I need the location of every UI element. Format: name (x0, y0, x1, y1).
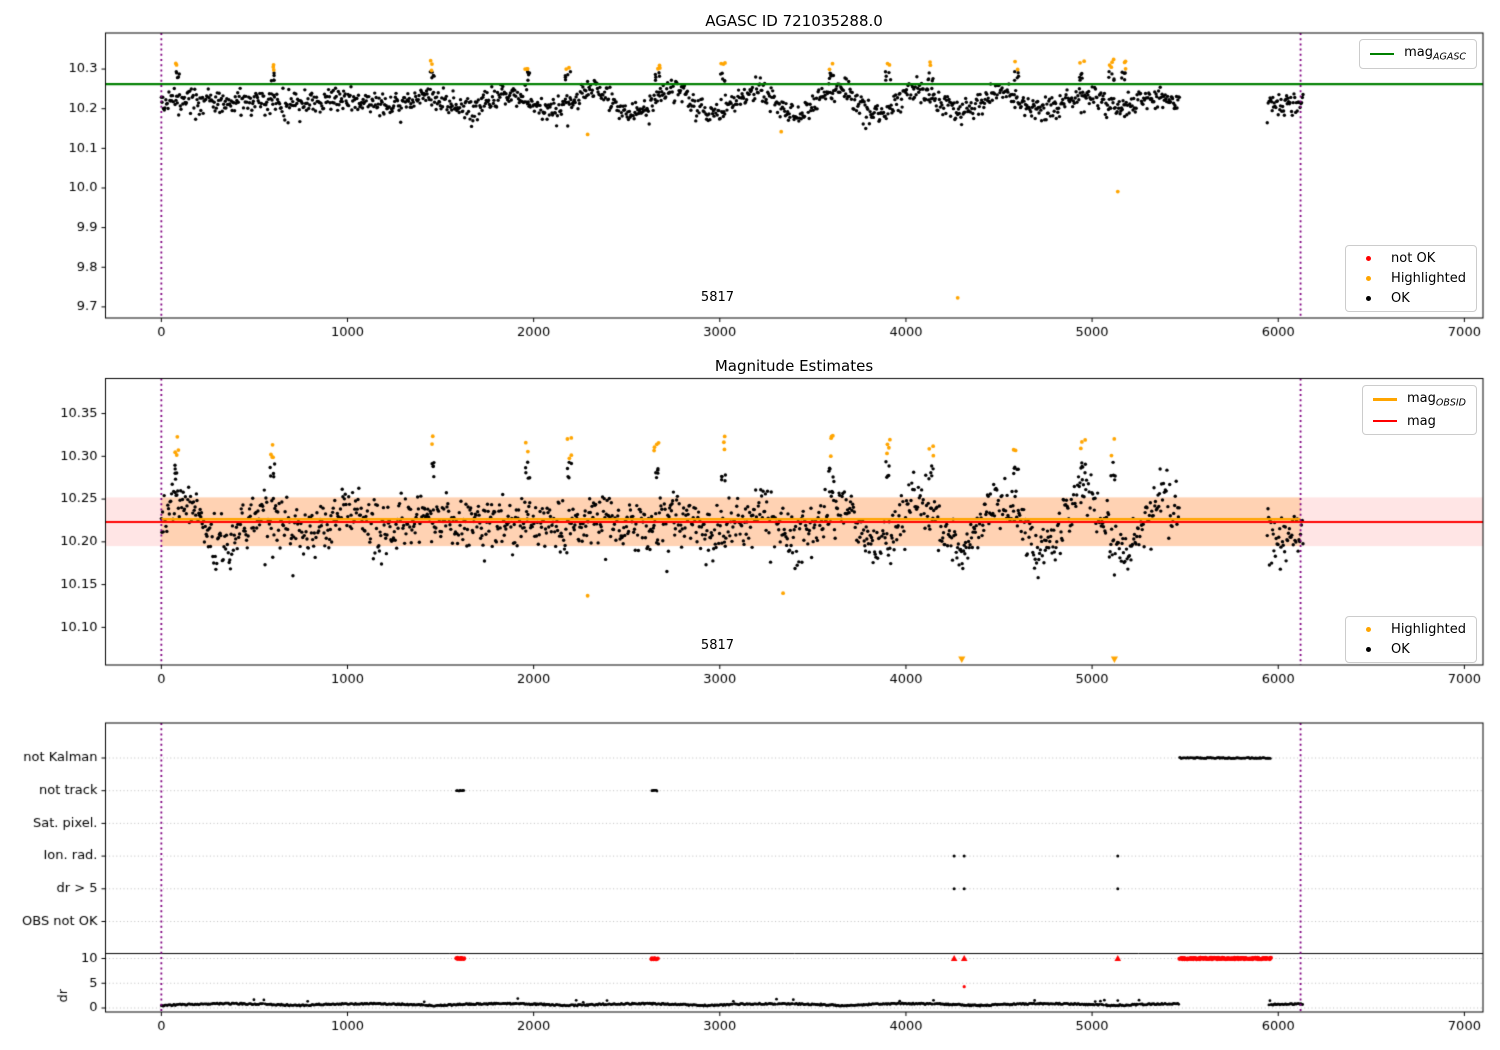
top-plot-title: AGASC ID 721035288.0 (705, 12, 883, 30)
legend-item-label: magAGASC (1404, 45, 1466, 63)
legend-status-markers: not OK Highlighted OK (1345, 245, 1477, 312)
legend-item-label: mag (1406, 413, 1436, 429)
legend-item-label: Highlighted (1391, 622, 1466, 637)
legend-mag-agasc: magAGASC (1359, 39, 1477, 69)
middle-plot-title: Magnitude Estimates (714, 357, 874, 375)
legend-item-label: OK (1391, 642, 1410, 657)
legend-item-label: magOBSID (1406, 391, 1466, 409)
legend-marker-sample (1366, 276, 1372, 281)
figure-canvas (0, 0, 1500, 1050)
legend-item: OK (1356, 291, 1466, 306)
legend-mag-lines: magOBSID mag (1361, 385, 1477, 435)
legend-item: not OK (1356, 251, 1466, 266)
legend-line-sample (1372, 420, 1397, 423)
legend-line-sample (1372, 398, 1397, 402)
legend-item: mag (1372, 413, 1466, 429)
figure: AGASC ID 721035288.0 Magnitude Estimates… (0, 0, 1500, 1050)
legend-item: magAGASC (1370, 45, 1466, 63)
legend-item-label: OK (1391, 291, 1410, 306)
legend-marker-sample (1366, 627, 1372, 632)
obsid-label-top: 5817 (700, 290, 735, 305)
legend-item: OK (1356, 642, 1466, 657)
legend-item-label: Highlighted (1391, 271, 1466, 286)
obsid-label-middle: 5817 (700, 638, 735, 653)
legend-marker-sample (1366, 296, 1372, 301)
legend-item: Highlighted (1356, 622, 1466, 637)
legend-item: magOBSID (1372, 391, 1466, 409)
legend-item-label: not OK (1391, 251, 1436, 266)
legend-highlight-markers: Highlighted OK (1345, 616, 1477, 663)
legend-marker-sample (1366, 647, 1372, 652)
legend-line-sample (1370, 52, 1395, 55)
legend-marker-sample (1366, 256, 1372, 261)
legend-item: Highlighted (1356, 271, 1466, 286)
